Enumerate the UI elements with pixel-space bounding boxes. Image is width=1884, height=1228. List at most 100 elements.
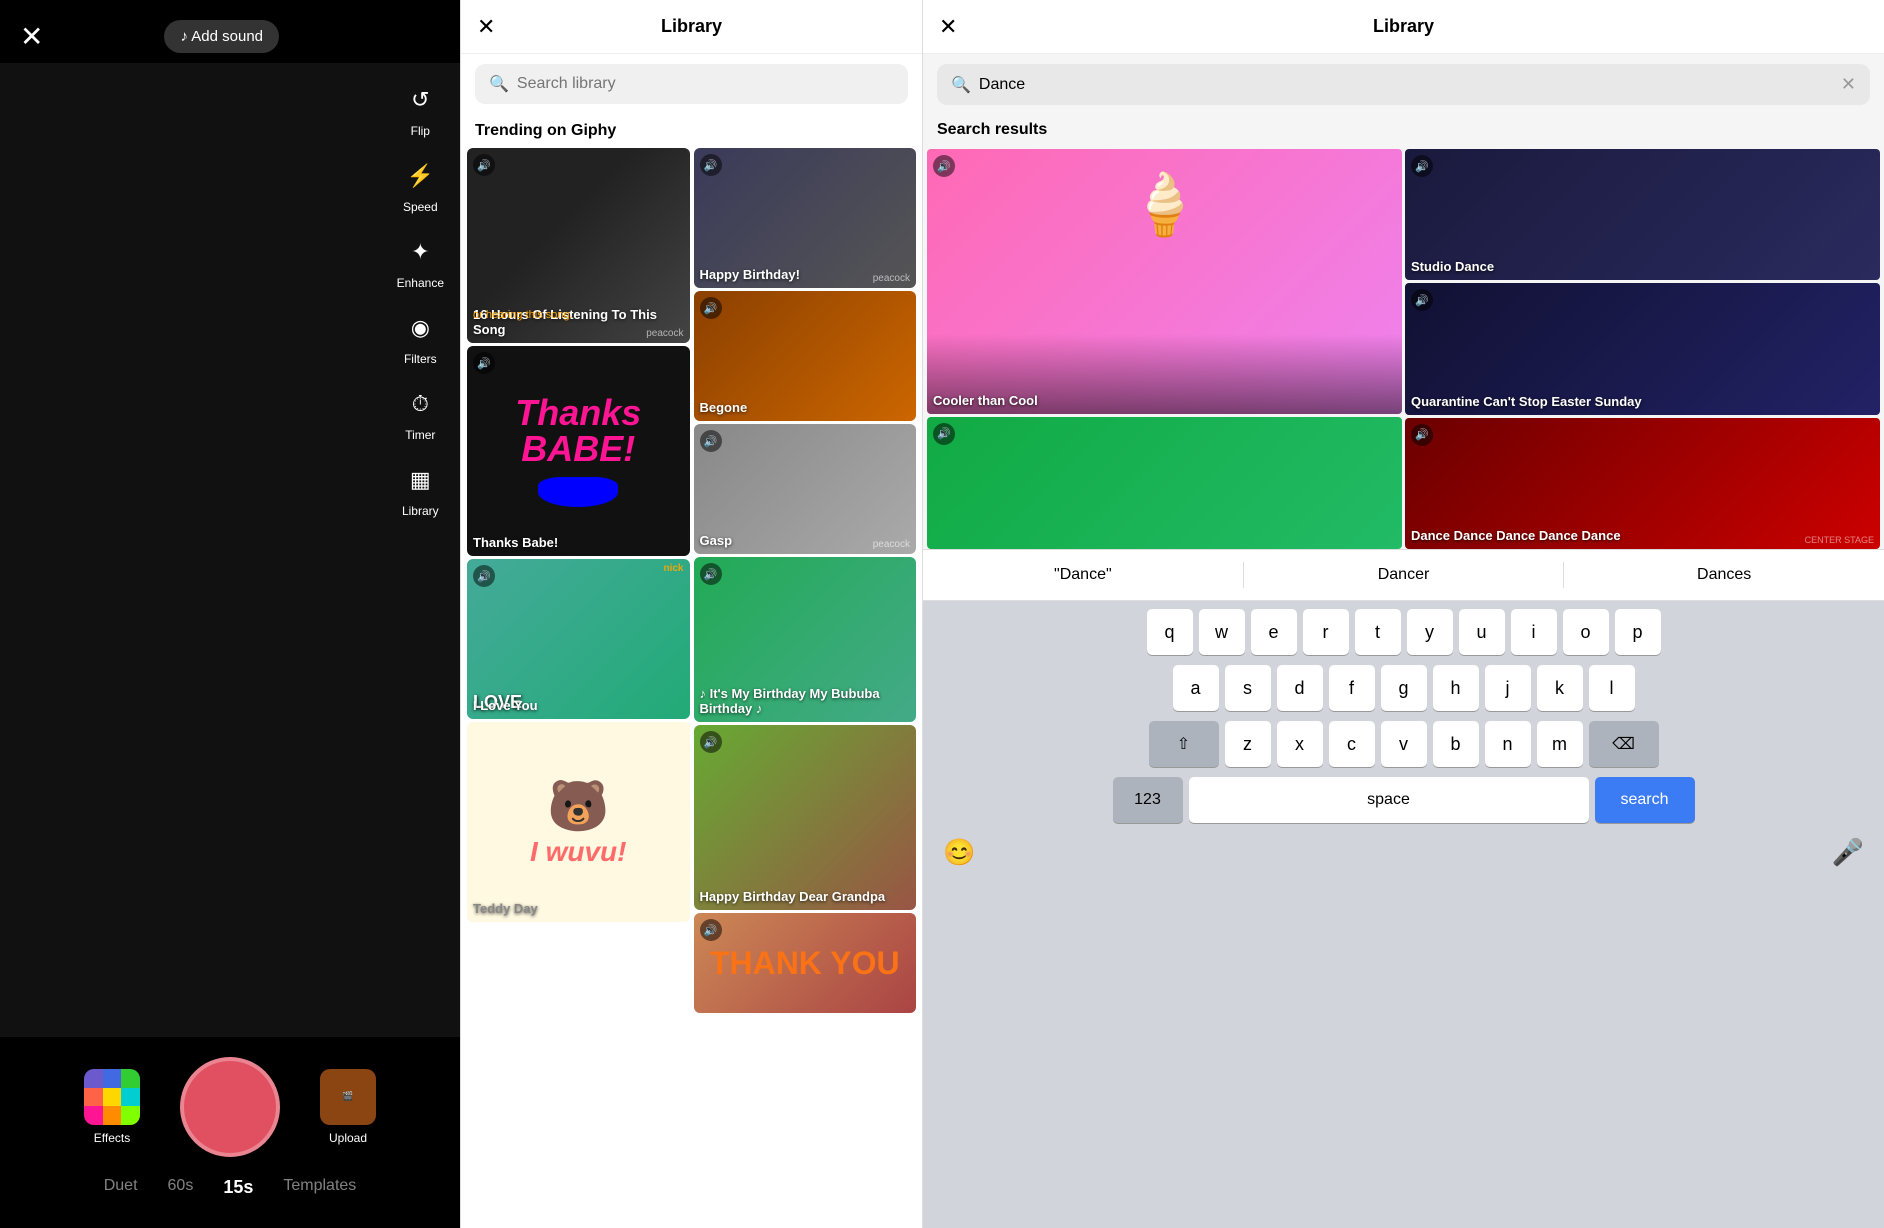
tab-duet[interactable]: Duet [104,1177,138,1198]
emoji-row: 😊 🎤 [927,833,1880,872]
gif-thankyou[interactable]: 🔊 THANK YOU [694,913,917,1013]
gif-grid: 🔊 16 Hours Of Listening To This Song or … [461,148,922,1228]
mic-button[interactable]: 🎤 [1832,837,1864,868]
keyboard-row-2: a s d f g h j k l [927,665,1880,711]
key-x[interactable]: x [1277,721,1323,767]
key-u[interactable]: u [1459,609,1505,655]
result-cooler-label: Cooler than Cool [933,393,1038,408]
gif-col-1: 🔊 Happy Birthday! peacock 🔊 Begone 🔊 Gas… [692,148,919,1228]
tab-15s[interactable]: 15s [223,1177,253,1198]
upload-label: Upload [329,1131,367,1145]
gif-begone[interactable]: 🔊 Begone [694,291,917,421]
result-kids-dance[interactable]: 🔊 [927,417,1402,549]
gif-patrick[interactable]: 🔊 nick LOVE I Love You [467,559,690,719]
key-w[interactable]: w [1199,609,1245,655]
result-dance-dance[interactable]: 🔊 Dance Dance Dance Dance Dance CENTER S… [1405,418,1880,549]
key-h[interactable]: h [1433,665,1479,711]
top-bar: ✕ ♪ Add sound [0,0,460,63]
key-b[interactable]: b [1433,721,1479,767]
key-c[interactable]: c [1329,721,1375,767]
result-cooler[interactable]: 🔊 Cooler than Cool 🍦 [927,149,1402,414]
sound-icon-birthday: 🔊 [700,154,722,176]
key-y[interactable]: y [1407,609,1453,655]
key-a[interactable]: a [1173,665,1219,711]
key-m[interactable]: m [1537,721,1583,767]
key-p[interactable]: p [1615,609,1661,655]
key-o[interactable]: o [1563,609,1609,655]
gif-southpark[interactable]: 🔊 ♪ It's My Birthday My Bububa Birthday … [694,557,917,722]
gif-birthday[interactable]: 🔊 Happy Birthday! peacock [694,148,917,288]
right-search-bar[interactable]: 🔍 ✕ [937,64,1870,105]
toolbar-filters[interactable]: ◉ Filters [400,308,440,366]
bottom-controls: Effects 🎬 Upload Duet 60s 15s Templates [0,1037,460,1228]
result-quarantine[interactable]: 🔊 Quarantine Can't Stop Easter Sunday [1405,283,1880,414]
effects-button[interactable]: Effects [84,1069,140,1145]
toolbar-timer[interactable]: ⏱ Timer [400,384,440,442]
middle-close-button[interactable]: ✕ [477,14,495,40]
capture-button[interactable] [180,1057,280,1157]
key-f[interactable]: f [1329,665,1375,711]
result-quarantine-label: Quarantine Can't Stop Easter Sunday [1411,394,1642,409]
result-studio[interactable]: 🔊 Studio Dance [1405,149,1880,280]
gif-teddy-label: Teddy Day [473,901,538,916]
key-n[interactable]: n [1485,721,1531,767]
tab-60s[interactable]: 60s [168,1177,194,1198]
key-space[interactable]: space [1189,777,1589,823]
suggestion-dance-quoted[interactable]: "Dance" [923,562,1244,588]
key-s[interactable]: s [1225,665,1271,711]
gif-gasp-label: Gasp [700,533,733,548]
key-123[interactable]: 123 [1113,777,1183,823]
results-title: Search results [923,115,1884,149]
key-e[interactable]: e [1251,609,1297,655]
toolbar-enhance[interactable]: ✦ Enhance [397,232,444,290]
toolbar-speed[interactable]: ⚡ Speed [400,156,440,214]
sound-icon-dance2: 🔊 [1411,424,1433,446]
gif-thanks[interactable]: 🔊 ThanksBABE! Thanks Babe! [467,346,690,556]
key-shift[interactable]: ⇧ [1149,721,1219,767]
key-q[interactable]: q [1147,609,1193,655]
tab-templates[interactable]: Templates [283,1177,356,1198]
keyboard-row-3: ⇧ z x c v b n m ⌫ [927,721,1880,767]
gif-jojo[interactable]: 🔊 16 Hours Of Listening To This Song or … [467,148,690,343]
right-toolbar: ↺ Flip ⚡ Speed ✦ Enhance ◉ Filters ⏱ Tim… [397,80,444,518]
emoji-button[interactable]: 😊 [943,837,975,868]
sound-icon-bday-grandpa: 🔊 [700,731,722,753]
key-j[interactable]: j [1485,665,1531,711]
key-z[interactable]: z [1225,721,1271,767]
key-r[interactable]: r [1303,609,1349,655]
key-g[interactable]: g [1381,665,1427,711]
key-l[interactable]: l [1589,665,1635,711]
gif-col-0: 🔊 16 Hours Of Listening To This Song or … [465,148,692,1228]
gif-patrick-label: I Love You [473,698,538,713]
toolbar-library[interactable]: ▦ Library [400,460,440,518]
filters-icon: ◉ [400,308,440,348]
sound-icon-gasp: 🔊 [700,430,722,452]
key-k[interactable]: k [1537,665,1583,711]
suggestion-dancer[interactable]: Dancer [1244,562,1565,588]
key-backspace[interactable]: ⌫ [1589,721,1659,767]
key-d[interactable]: d [1277,665,1323,711]
close-button[interactable]: ✕ [20,20,43,53]
gif-bday-grandpa[interactable]: 🔊 Happy Birthday Dear Grandpa [694,725,917,910]
right-library-title: Library [1373,16,1434,37]
gif-jojo-sublabel: or hearing this song. [473,309,573,321]
filters-label: Filters [404,352,437,366]
gif-gasp[interactable]: 🔊 Gasp peacock [694,424,917,554]
upload-button[interactable]: 🎬 Upload [320,1069,376,1145]
keyboard-row-1: q w e r t y u i o p [927,609,1880,655]
key-search[interactable]: search [1595,777,1695,823]
add-sound-button[interactable]: ♪ Add sound [164,20,279,53]
middle-search-input[interactable] [517,75,894,93]
toolbar-flip[interactable]: ↺ Flip [400,80,440,138]
key-v[interactable]: v [1381,721,1427,767]
suggestion-dances[interactable]: Dances [1564,562,1884,588]
key-i[interactable]: i [1511,609,1557,655]
key-t[interactable]: t [1355,609,1401,655]
gif-teddy[interactable]: 🔊 🐻 I wuvu! Teddy Day [467,722,690,922]
right-search-input[interactable] [979,76,1833,94]
right-close-button[interactable]: ✕ [939,14,957,40]
middle-search-bar[interactable]: 🔍 [475,64,908,104]
clear-button[interactable]: ✕ [1841,74,1856,95]
sound-icon-kids: 🔊 [933,423,955,445]
right-library-header: ✕ Library [923,0,1884,54]
